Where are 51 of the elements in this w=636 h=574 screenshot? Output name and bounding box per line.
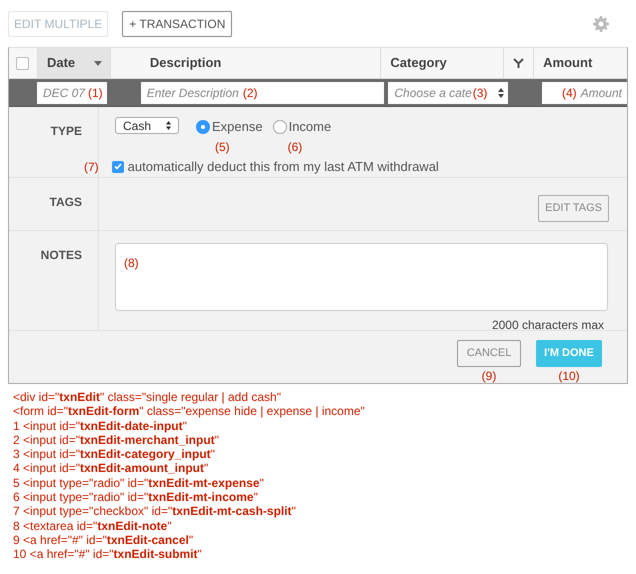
code-line: 10 <a href="#" id="txnEdit-submit" — [13, 547, 202, 562]
annotation-number: (2) — [242, 84, 258, 102]
code-line: <div id="txnEdit" class="single regular | add cash" — [13, 390, 281, 404]
notes-textarea[interactable]: (8) — [115, 243, 608, 311]
select-all-checkbox[interactable] — [16, 56, 30, 70]
section-label: NOTES — [40, 248, 82, 262]
code-line: 1 <input id="txnEdit-date-input" — [13, 418, 187, 433]
code-line: 5 <input type="radio" id="txnEdit-mt-expense" — [13, 476, 264, 490]
radio-button[interactable] — [196, 120, 210, 134]
radio-button[interactable] — [272, 120, 287, 134]
code-line: 2 <input id="txnEdit-merchant_input" — [13, 432, 219, 448]
code-line: 7 <input type="checkbox" id="txnEdit-mt-cash-split" — [13, 504, 296, 519]
category-select[interactable]: Choose a cate(3) — [388, 82, 508, 104]
annotation-number: (6) — [288, 140, 302, 154]
column-header[interactable]: Date — [36, 48, 110, 78]
column-header[interactable]: Category — [380, 48, 504, 78]
select-arrows-icon — [498, 88, 504, 98]
amount-input[interactable]: (4) Amount — [542, 82, 627, 104]
annotation-number: (9) — [482, 368, 496, 385]
annotation-number: (4) — [562, 84, 577, 102]
code-line: 3 <input id="txnEdit-category_input" — [13, 447, 215, 462]
date-input[interactable]: DEC 07 (1) — [36, 82, 107, 104]
code-line: 6 <input type="radio" id="txnEdit-mt-income" — [13, 490, 258, 504]
split-icon[interactable] — [513, 58, 524, 68]
code-line: 9 <a href="#" id="txnEdit-cancel" — [13, 532, 194, 548]
settings-icon[interactable] — [593, 16, 609, 32]
column-header[interactable]: Description — [110, 48, 380, 78]
annotation-number: (10) — [558, 368, 580, 385]
deduct-checkbox[interactable] — [112, 160, 124, 173]
character-limit: 2000 characters max — [492, 318, 604, 332]
add-transaction-button[interactable]: + TRANSACTION — [122, 10, 232, 36]
annotation-number: (3) — [472, 84, 488, 102]
select-arrows-icon — [166, 121, 171, 130]
code-line: <form id="txnEdit-form" class="expense hide | expense | income" — [13, 404, 365, 419]
annotation-number: (7) — [84, 158, 99, 176]
description-input[interactable]: Enter Description (2) — [140, 82, 384, 104]
annotation-number: (8) — [124, 256, 139, 270]
annotation-number: (5) — [214, 140, 230, 154]
checkbox-label: automatically deduct this from my last ATM withdrawal — [128, 158, 439, 176]
section-label: TAGS — [50, 195, 82, 209]
annotation-number: (1) — [88, 84, 103, 102]
account-select[interactable]: Cash — [115, 117, 179, 134]
radio-label: Income — [288, 118, 332, 136]
code-line: 8 <textarea id="txnEdit-note" — [13, 518, 172, 533]
sort-down-icon — [94, 60, 102, 66]
section-label: TYPE — [50, 124, 82, 138]
column-header[interactable]: Amount — [533, 48, 628, 78]
code-line: 4 <input id="txnEdit-amount_input" — [13, 461, 208, 476]
cancel-button[interactable]: CANCEL — [457, 340, 521, 367]
radio-label: Expense — [212, 118, 263, 136]
edit-tags-button[interactable]: EDIT TAGS — [538, 195, 609, 222]
